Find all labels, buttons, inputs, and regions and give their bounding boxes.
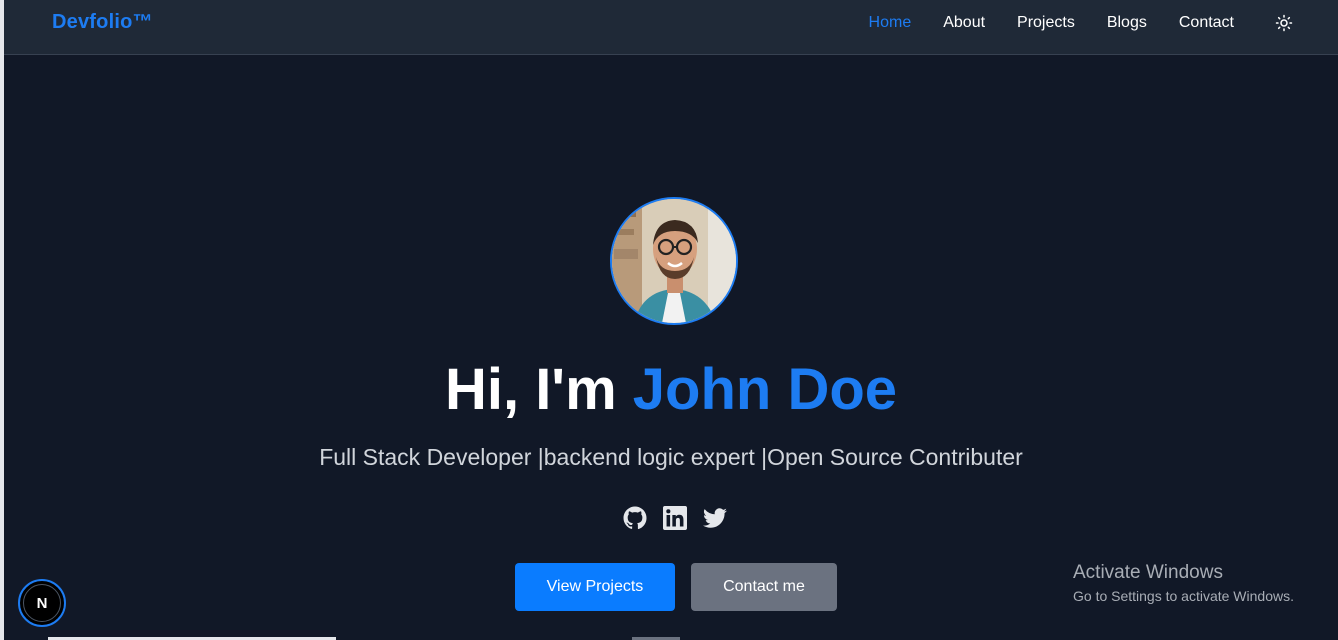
- nav-link-home[interactable]: Home: [869, 14, 912, 32]
- windows-activation-watermark: Activate Windows Go to Settings to activ…: [1073, 561, 1294, 605]
- nav-link-projects[interactable]: Projects: [1017, 14, 1075, 32]
- twitter-icon[interactable]: [703, 506, 727, 530]
- app-window: Devfolio™ Home About Projects Blogs Cont…: [0, 0, 1338, 640]
- hero-headline: Hi, I'm John Doe: [4, 354, 1338, 426]
- sun-icon: [1275, 14, 1293, 31]
- nextjs-logo-icon: N: [23, 584, 61, 622]
- nav-links: Home About Projects Blogs Contact: [869, 0, 1338, 45]
- nav-link-blogs[interactable]: Blogs: [1107, 14, 1147, 32]
- watermark-title: Activate Windows: [1073, 562, 1223, 583]
- social-links: [623, 506, 727, 530]
- navbar: Devfolio™ Home About Projects Blogs Cont…: [4, 0, 1338, 55]
- hero-name: John Doe: [632, 357, 898, 422]
- linkedin-icon[interactable]: [663, 506, 687, 530]
- hero-subtitle: Full Stack Developer |backend logic expe…: [319, 444, 1023, 470]
- profile-photo-icon: [612, 199, 736, 323]
- profile-avatar: [610, 197, 738, 325]
- github-icon[interactable]: [623, 506, 647, 530]
- watermark-subtitle: Go to Settings to activate Windows.: [1073, 587, 1294, 604]
- nextjs-dev-badge[interactable]: N: [18, 579, 66, 627]
- hero-section: Hi, I'm John Doe Full Stack Developer |b…: [4, 56, 1338, 640]
- contact-me-button[interactable]: Contact me: [691, 563, 837, 611]
- theme-toggle-button[interactable]: [1274, 13, 1294, 33]
- brand-logo[interactable]: Devfolio™: [52, 11, 153, 34]
- hero-greeting: Hi, I'm: [444, 357, 633, 422]
- nav-link-about[interactable]: About: [943, 14, 985, 32]
- view-projects-button[interactable]: View Projects: [515, 563, 675, 611]
- nav-link-contact[interactable]: Contact: [1179, 14, 1234, 32]
